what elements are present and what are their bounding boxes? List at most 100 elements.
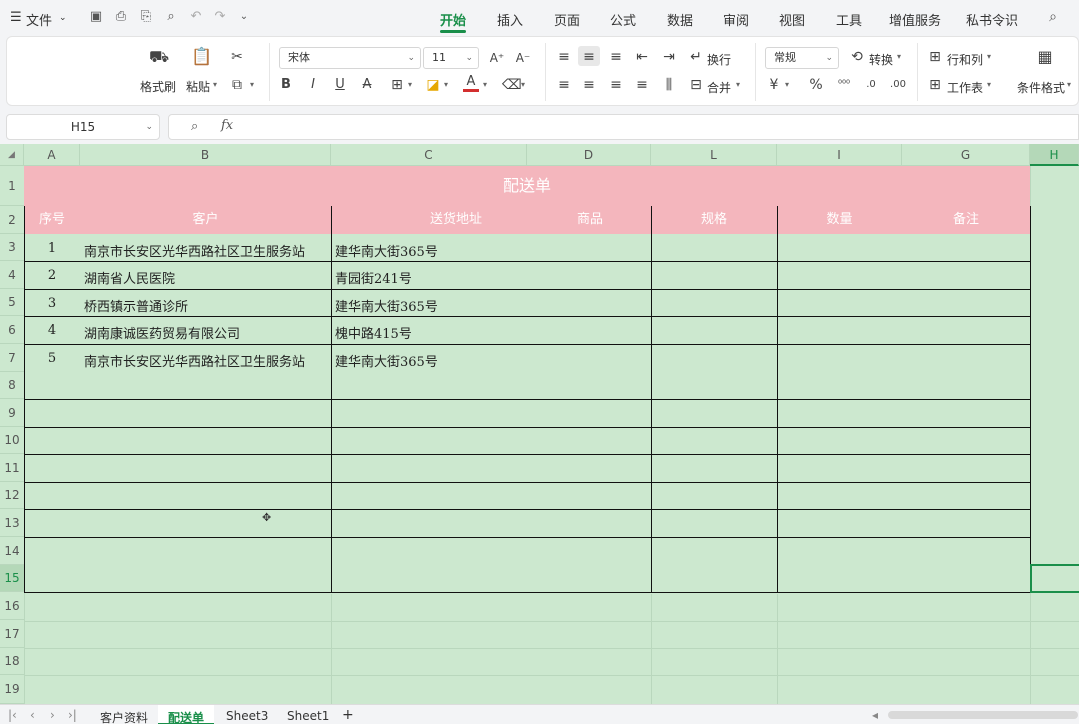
header-product[interactable]: 商品 — [560, 206, 620, 234]
menu-icon[interactable]: ☰ — [10, 10, 22, 25]
row-header[interactable]: 11 — [0, 454, 24, 482]
cell-customer[interactable]: 湖南康诚医药贸易有限公司 — [84, 323, 240, 342]
name-box[interactable]: H15 ⌄ — [6, 114, 160, 140]
tab-formula[interactable]: 公式 — [610, 10, 636, 29]
cell-address[interactable]: 建华南大街365号 — [335, 351, 438, 370]
row-header[interactable]: 17 — [0, 620, 24, 648]
column-header-c[interactable]: C — [331, 144, 527, 166]
paste-button[interactable]: 粘贴 — [186, 78, 210, 95]
row-header[interactable]: 4 — [0, 261, 24, 289]
convert-dropdown-icon[interactable]: ▾ — [897, 52, 901, 61]
font-color-dropdown-icon[interactable]: ▾ — [483, 80, 487, 89]
row-header[interactable]: 15 — [0, 565, 24, 592]
first-sheet-icon[interactable]: |‹ — [8, 708, 17, 722]
worksheet-grid[interactable]: ◢ A B C D L I G H 1 2 3 4 5 6 7 8 9 10 11 12 13 14 15 1… — [0, 144, 1079, 704]
add-sheet-button[interactable]: + — [342, 707, 354, 723]
cell-seq[interactable]: 1 — [24, 241, 80, 256]
format-painter-icon[interactable]: ⛟ — [149, 49, 169, 65]
percent-button[interactable]: % — [809, 77, 823, 93]
sheet-tab-delivery[interactable]: 配送单 — [168, 709, 204, 724]
redo-icon[interactable]: ↷ — [213, 10, 227, 24]
column-header-b[interactable]: B — [80, 144, 331, 166]
next-sheet-icon[interactable]: › — [50, 708, 55, 722]
conditional-format-button[interactable]: 条件格式 — [1017, 79, 1065, 96]
font-color-icon[interactable]: A — [463, 75, 479, 92]
row-header[interactable]: 18 — [0, 648, 24, 675]
cell-customer[interactable]: 南京市长安区光华西路社区卫生服务站 — [84, 241, 305, 260]
convert-button[interactable]: 转换 — [869, 51, 893, 68]
sheet-tab-sheet3[interactable]: Sheet3 — [226, 709, 268, 723]
column-header-l[interactable]: L — [651, 144, 777, 166]
merge-button[interactable]: 合并 — [707, 79, 731, 96]
cell-customer[interactable]: 湖南省人民医院 — [84, 268, 175, 287]
header-qty[interactable]: 数量 — [777, 206, 902, 234]
paste-dropdown-icon[interactable]: ▾ — [213, 80, 217, 89]
cell-address[interactable]: 青园街241号 — [335, 268, 412, 287]
increase-decimal-icon[interactable]: .0 — [862, 77, 880, 93]
tab-data[interactable]: 数据 — [667, 10, 693, 29]
column-header-h[interactable]: H — [1030, 144, 1079, 166]
row-header[interactable]: 5 — [0, 289, 24, 316]
underline-button[interactable]: U — [333, 77, 347, 93]
increase-font-icon[interactable]: A⁺ — [489, 50, 505, 66]
align-middle-icon[interactable]: ≡ — [581, 49, 597, 65]
zoom-icon[interactable]: ⌕ — [191, 119, 198, 134]
row-header[interactable]: 8 — [0, 372, 24, 399]
cell-address[interactable]: 建华南大街365号 — [335, 296, 438, 315]
prev-sheet-icon[interactable]: ‹ — [30, 708, 35, 722]
merge-dropdown-icon[interactable]: ▾ — [736, 80, 740, 89]
print-preview-icon[interactable]: ⌕ — [164, 10, 178, 24]
scroll-left-icon[interactable]: ◂ — [872, 708, 878, 722]
row-header[interactable]: 7 — [0, 344, 24, 372]
row-header[interactable]: 3 — [0, 234, 24, 261]
sheet-title[interactable]: 配送单 — [24, 166, 1030, 206]
row-header[interactable]: 13 — [0, 509, 24, 537]
cell-customer[interactable]: 南京市长安区光华西路社区卫生服务站 — [84, 351, 305, 370]
font-name-select[interactable]: 宋体 ⌄ — [279, 47, 421, 69]
export-pdf-icon[interactable]: ⎙ — [114, 10, 128, 24]
align-right-icon[interactable]: ≡ — [608, 77, 624, 93]
tab-home[interactable]: 开始 — [440, 10, 466, 29]
rows-cols-dropdown-icon[interactable]: ▾ — [987, 52, 991, 61]
currency-button[interactable]: ¥ — [767, 77, 781, 93]
horizontal-scrollbar[interactable] — [888, 711, 1078, 719]
worksheet-icon[interactable]: ⊞ — [927, 77, 943, 93]
tab-private[interactable]: 私书令识 — [966, 10, 1018, 29]
row-header[interactable]: 16 — [0, 592, 24, 620]
cut-icon[interactable]: ✂ — [229, 49, 245, 65]
tab-value-added[interactable]: 增值服务 — [889, 10, 941, 29]
row-header[interactable]: 1 — [0, 166, 24, 206]
wrap-icon[interactable]: ↵ — [688, 49, 704, 65]
header-address[interactable]: 送货地址 — [331, 206, 581, 234]
borders-dropdown-icon[interactable]: ▾ — [408, 80, 412, 89]
align-bottom-icon[interactable]: ≡ — [608, 49, 624, 65]
search-icon[interactable]: ⌕ — [1046, 10, 1060, 24]
cell-seq[interactable]: 3 — [24, 296, 80, 311]
borders-icon[interactable]: ⊞ — [389, 77, 405, 93]
convert-icon[interactable]: ⟲ — [849, 49, 865, 65]
distributed-icon[interactable]: ⫼ — [661, 77, 677, 93]
cell-seq[interactable]: 4 — [24, 323, 80, 338]
header-customer[interactable]: 客户 — [80, 206, 331, 234]
column-header-i[interactable]: I — [777, 144, 902, 166]
selected-cell-h15[interactable] — [1030, 564, 1079, 593]
cell-address[interactable]: 槐中路415号 — [335, 323, 412, 342]
cell-customer[interactable]: 桥西镇示普通诊所 — [84, 296, 188, 315]
clear-format-icon[interactable]: ⌫ — [502, 77, 522, 93]
header-spec[interactable]: 规格 — [651, 206, 777, 234]
align-top-icon[interactable]: ≡ — [556, 49, 572, 65]
more-chevron-icon[interactable]: ⌄ — [237, 10, 251, 24]
cell-seq[interactable]: 5 — [24, 351, 80, 366]
currency-dropdown-icon[interactable]: ▾ — [785, 80, 789, 89]
copy-icon[interactable]: ⧉ — [229, 77, 245, 93]
wrap-button[interactable]: 换行 — [707, 51, 731, 68]
italic-button[interactable]: I — [306, 77, 320, 93]
fx-icon[interactable]: fx — [221, 118, 233, 133]
tab-view[interactable]: 视图 — [779, 10, 805, 29]
number-format-select[interactable]: 常规 ⌄ — [765, 47, 839, 69]
column-header-d[interactable]: D — [527, 144, 651, 166]
column-header-a[interactable]: A — [24, 144, 80, 166]
worksheet-dropdown-icon[interactable]: ▾ — [987, 80, 991, 89]
rows-cols-button[interactable]: 行和列 — [947, 51, 983, 68]
save-icon[interactable]: ▣ — [89, 10, 103, 24]
